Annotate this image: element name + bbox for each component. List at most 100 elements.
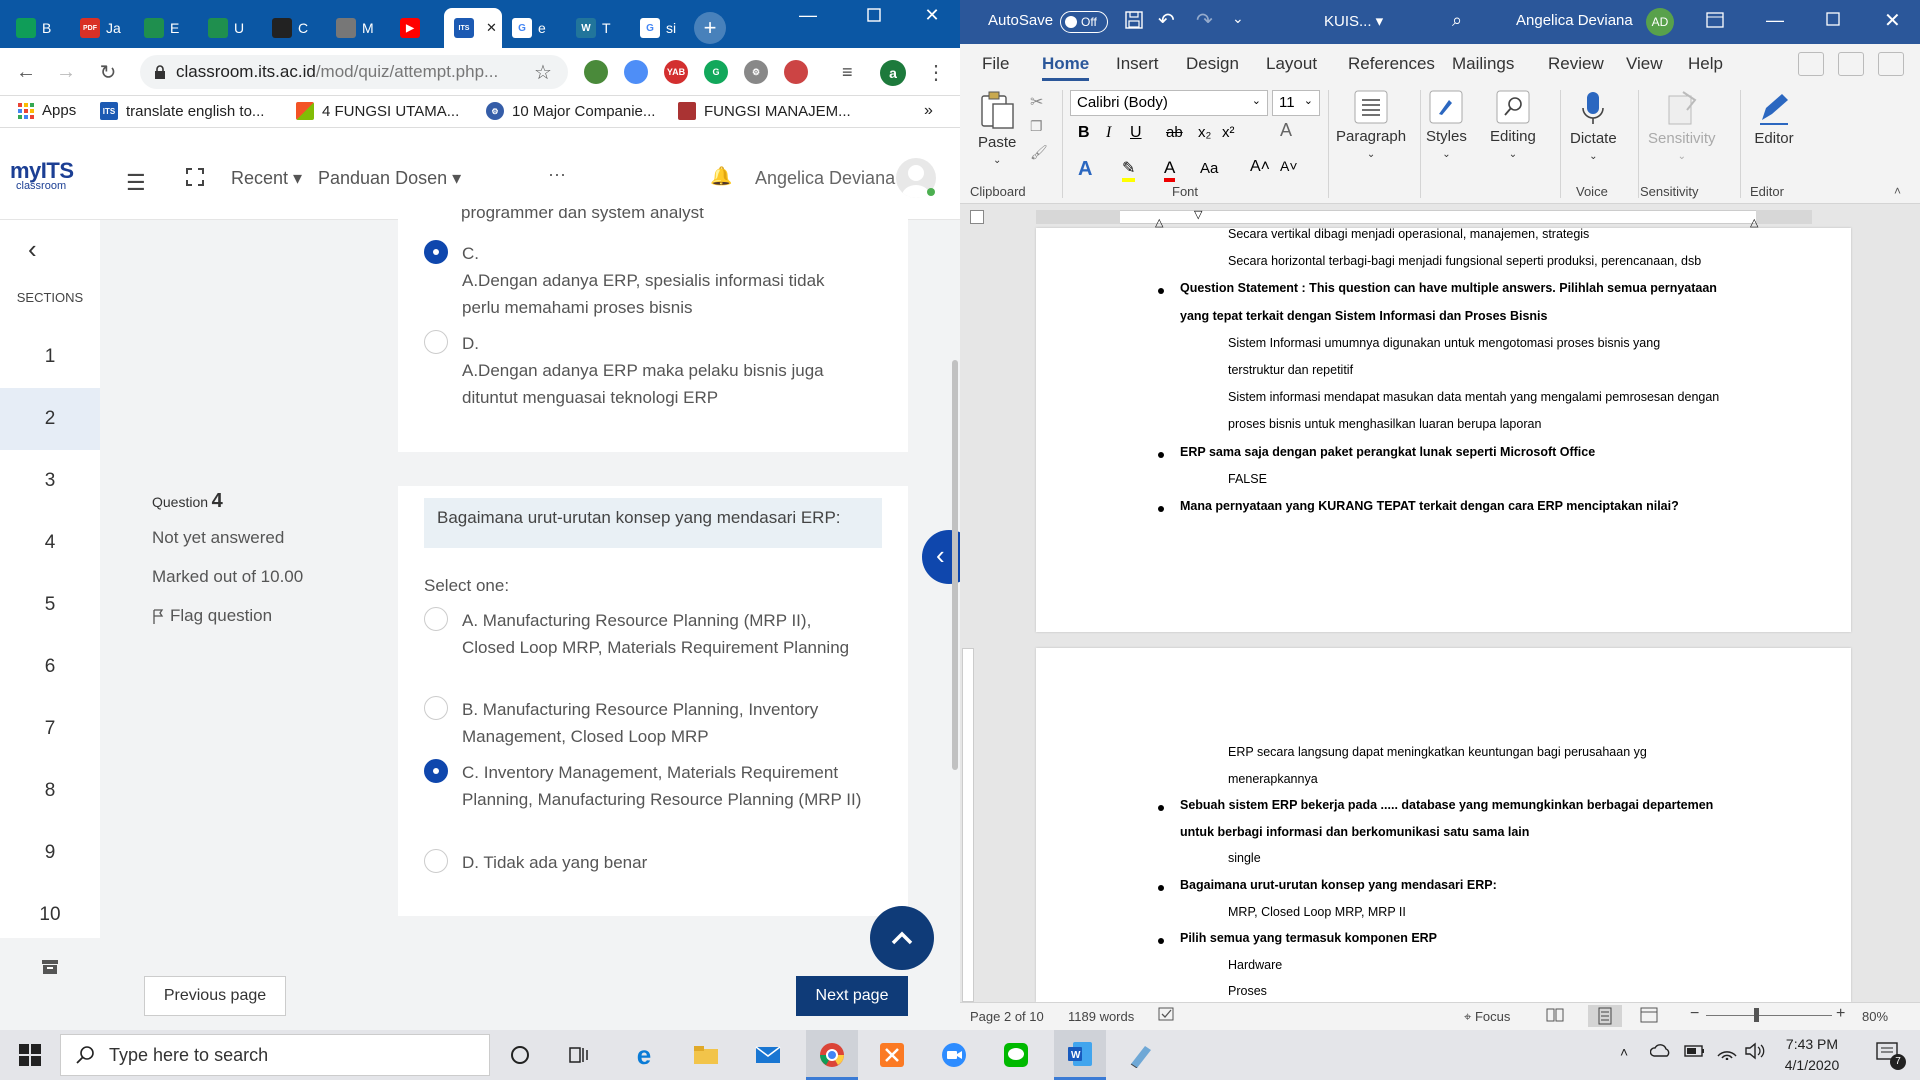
notification-bell-icon[interactable]: 🔔	[710, 166, 732, 187]
close-tab-icon[interactable]: ✕	[486, 20, 497, 36]
grammarly-icon[interactable]: G	[704, 60, 728, 84]
mail-icon[interactable]	[744, 1035, 792, 1075]
radio-button[interactable]	[424, 696, 448, 720]
feedback-icon[interactable]	[1878, 52, 1904, 76]
ribbon-tab[interactable]: Design	[1186, 54, 1239, 74]
extension-icon[interactable]	[784, 60, 808, 84]
prev-option-c[interactable]: C. A.Dengan adanya ERP, spesialis informa…	[424, 240, 862, 321]
user-initials-avatar[interactable]: AD	[1646, 8, 1674, 36]
radio-button[interactable]	[424, 330, 448, 354]
file-explorer-icon[interactable]	[682, 1035, 730, 1075]
font-name-select[interactable]: Calibri (Body) ⌄	[1070, 90, 1268, 116]
browser-tab[interactable]: PDF Ja	[70, 8, 132, 48]
section-link[interactable]: 9	[0, 822, 100, 884]
more-menu-button[interactable]: ···	[548, 164, 566, 185]
document-line[interactable]: Secara horizontal terbagi-bagi menjadi f…	[1228, 254, 1701, 268]
pen-app-icon[interactable]	[1116, 1035, 1164, 1075]
previous-page-button[interactable]: Previous page	[144, 976, 286, 1016]
search-icon[interactable]: ⌕	[1452, 10, 1462, 31]
bookmark-fungsi-manajemen[interactable]: FUNGSI MANAJEM...	[678, 102, 851, 120]
browser-tab[interactable]: E	[134, 8, 196, 48]
share-icon[interactable]	[1798, 52, 1824, 76]
scroll-to-top-button[interactable]	[870, 906, 934, 970]
document-line[interactable]: Sistem Informasi umumnya digunakan untuk…	[1228, 336, 1660, 350]
system-clock[interactable]: 7:43 PM 4/1/2020	[1762, 1034, 1862, 1076]
document-line[interactable]: Question Statement : This question can h…	[1180, 281, 1717, 295]
bookmark-major-companies[interactable]: ⚙ 10 Major Companie...	[486, 102, 655, 120]
document-line[interactable]: Mana pernyataan yang KURANG TEPAT terkai…	[1180, 499, 1679, 513]
save-icon[interactable]	[1124, 10, 1144, 30]
section-link[interactable]: 4	[0, 512, 100, 574]
document-line[interactable]: MRP, Closed Loop MRP, MRP II	[1228, 905, 1406, 919]
url-bar[interactable]: classroom.its.ac.id/mod/quiz/attempt.php…	[140, 55, 568, 89]
section-link[interactable]: 10	[0, 884, 100, 946]
extension-icon[interactable]	[624, 60, 648, 84]
document-line[interactable]: single	[1228, 851, 1261, 865]
ribbon-tab[interactable]: Layout	[1266, 54, 1317, 74]
chevron-left-icon[interactable]: ‹	[28, 234, 37, 265]
wifi-icon[interactable]	[1716, 1042, 1738, 1060]
extension-icon[interactable]	[584, 60, 608, 84]
browser-tab[interactable]: C	[262, 8, 324, 48]
fullscreen-icon[interactable]	[186, 168, 204, 186]
line-icon[interactable]	[992, 1035, 1040, 1075]
myits-logo[interactable]: myITS classroom	[10, 158, 90, 192]
browser-tab[interactable]: WT	[566, 8, 628, 48]
document-line[interactable]: terstruktur dan repetitif	[1228, 363, 1353, 377]
ruler-track[interactable]	[1036, 210, 1812, 224]
browser-tab[interactable]: Gsi	[630, 8, 692, 48]
editing-button[interactable]: Editing ⌄	[1490, 90, 1536, 160]
chrome-taskbar-button[interactable]	[806, 1030, 858, 1080]
zoom-out-button[interactable]: −	[1690, 1005, 1699, 1023]
underline-icon[interactable]: U	[1130, 124, 1142, 142]
ribbon-tab[interactable]: Mailings	[1452, 54, 1514, 74]
format-painter-icon[interactable]: 🖌	[1030, 144, 1048, 161]
paragraph-button[interactable]: Paragraph ⌄	[1336, 90, 1406, 160]
shrink-font-icon[interactable]: A˅	[1280, 158, 1298, 174]
customize-toolbar-icon[interactable]: ⌄	[1232, 10, 1244, 27]
minimize-button[interactable]: —	[780, 0, 836, 30]
autosave-toggle[interactable]: Off	[1060, 11, 1108, 33]
subscript-icon[interactable]: x₂	[1198, 124, 1211, 141]
ribbon-tab[interactable]: References	[1348, 54, 1435, 74]
dictate-button[interactable]: Dictate ⌄	[1570, 90, 1617, 162]
document-line[interactable]: Sistem informasi mendapat masukan data m…	[1228, 390, 1719, 404]
document-line[interactable]: Hardware	[1228, 958, 1282, 972]
recent-dropdown[interactable]: Recent ▾	[231, 168, 302, 189]
ribbon-tab[interactable]: Review	[1548, 54, 1604, 74]
browser-tab[interactable]: ITS ✕	[444, 8, 502, 48]
gear-extension-icon[interactable]: ⚙	[744, 60, 768, 84]
section-link[interactable]: 8	[0, 760, 100, 822]
word-user-name[interactable]: Angelica Deviana	[1516, 12, 1633, 29]
text-effects-icon[interactable]: A	[1078, 158, 1092, 181]
document-title[interactable]: KUIS... ▾	[1324, 12, 1383, 30]
panduan-dosen-dropdown[interactable]: Panduan Dosen ▾	[318, 168, 461, 189]
zoom-in-button[interactable]: +	[1836, 1005, 1845, 1023]
paste-button[interactable]: Paste ⌄	[978, 90, 1016, 166]
browser-tab[interactable]: B	[6, 8, 68, 48]
document-line[interactable]: proses bisnis untuk menghasilkan luaran …	[1228, 417, 1541, 431]
document-line[interactable]: yang tepat terkait dengan Sistem Informa…	[1180, 309, 1547, 323]
media-icon[interactable]: ≡	[842, 62, 853, 83]
bookmark-fungsi-utama[interactable]: 4 FUNGSI UTAMA...	[296, 102, 459, 120]
document-line[interactable]: Pilih semua yang termasuk komponen ERP	[1180, 931, 1437, 945]
browser-tab[interactable]: ▶	[390, 8, 452, 48]
proofing-icon[interactable]	[1158, 1007, 1176, 1023]
document-line[interactable]: ERP secara langsung dapat meningkatkan k…	[1228, 745, 1647, 759]
archive-icon[interactable]	[0, 938, 100, 1030]
tab-selector[interactable]	[970, 210, 984, 224]
radio-button[interactable]	[424, 849, 448, 873]
yab-extension-icon[interactable]: YAB	[664, 60, 688, 84]
ribbon-tab[interactable]: File	[982, 54, 1009, 74]
ribbon-display-icon[interactable]	[1706, 12, 1724, 28]
back-icon[interactable]: ←	[12, 58, 40, 86]
bookmarks-overflow-button[interactable]: »	[924, 102, 933, 120]
radio-button[interactable]	[424, 759, 448, 783]
option-b[interactable]: B. Manufacturing Resource Planning, Inve…	[424, 696, 862, 750]
font-color-icon[interactable]: A	[1164, 158, 1176, 182]
font-effects-icon[interactable]: A	[1280, 120, 1292, 141]
font-size-select[interactable]: 11 ⌄	[1272, 90, 1320, 116]
user-name[interactable]: Angelica Deviana	[755, 168, 895, 189]
section-link[interactable]: 6	[0, 636, 100, 698]
windows-start-icon[interactable]	[6, 1035, 54, 1075]
